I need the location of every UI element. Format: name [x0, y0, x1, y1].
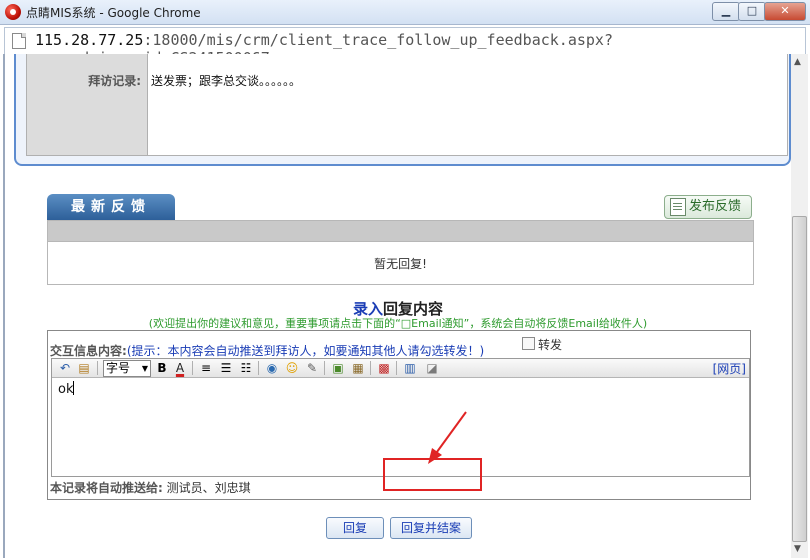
reply-button[interactable]: 回复	[326, 517, 384, 539]
text-caret	[73, 381, 75, 395]
toolbar-separator	[370, 361, 371, 375]
scroll-up-icon[interactable]: ▲	[794, 57, 801, 67]
webpage-view-link[interactable]: [网页]	[713, 360, 746, 377]
visit-record-text: 送发票；跟李总交谈。。。。。。	[151, 74, 302, 88]
editor-value: ok	[58, 382, 74, 397]
page-icon	[12, 33, 26, 49]
publish-feedback-button[interactable]: 发布反馈	[664, 195, 752, 219]
close-button[interactable]: ✕	[764, 2, 806, 21]
visit-record-table: 拜访记录: 送发票；跟李总交谈。。。。。。	[26, 54, 788, 156]
reply-and-close-button[interactable]: 回复并结案	[390, 517, 472, 539]
font-size-select[interactable]: 字号 ▼	[103, 360, 151, 377]
toolbar-separator	[192, 361, 193, 375]
feedback-list: 暂无回复!	[47, 220, 754, 285]
unordered-list-icon[interactable]: ☷	[238, 360, 254, 376]
feedback-list-header	[48, 221, 753, 242]
chevron-down-icon: ▼	[141, 364, 148, 373]
window-title: 点睛MIS系统 - Google Chrome	[26, 6, 201, 20]
toolbar-separator	[396, 361, 397, 375]
paste-icon[interactable]: ▤	[76, 360, 92, 376]
editor-content[interactable]: ok	[58, 381, 75, 397]
tab-latest-feedback[interactable]: 最新反馈	[47, 194, 175, 220]
visit-record-label: 拜访记录:	[88, 74, 141, 88]
app-logo-icon	[5, 4, 21, 20]
entry-subtitle: (欢迎提出你的建议和意见，重要事项请点击下面的“□Email通知”，系统会自动将…	[148, 317, 648, 330]
vertical-scrollbar[interactable]: ▲ ▼	[789, 54, 808, 558]
save-icon[interactable]: ▦	[350, 360, 366, 376]
visit-record-panel: 拜访记录: 送发票；跟李总交谈。。。。。。	[14, 54, 791, 166]
forward-checkbox[interactable]	[522, 337, 535, 350]
auto-push-label: 本记录将自动推送给:	[50, 481, 163, 495]
forward-option[interactable]: 转发	[522, 336, 562, 353]
align-icon[interactable]: ≡	[198, 360, 214, 376]
emoticon-icon[interactable]: ☺	[284, 360, 300, 376]
toolbar-separator	[258, 361, 259, 375]
word-icon[interactable]: ▥	[402, 360, 418, 376]
annotation-arrow-icon	[428, 411, 467, 464]
auto-push-row: 本记录将自动推送给: 测试员、刘忠琪	[50, 479, 251, 496]
url-host: 115.28.77.25	[35, 31, 144, 49]
table-icon[interactable]: ▩	[376, 360, 392, 376]
font-size-select-value: 字号	[106, 361, 131, 375]
interaction-hint: (提示：本内容会自动推送到拜访人，如要通知其他人请勾选转发！)	[126, 344, 485, 358]
font-color-icon[interactable]: A	[172, 360, 188, 376]
editor-toolbar: ↶ ▤ 字号 ▼ B A ≡ ☰ ☷ ◉ ☺ ✎ ▣ ▦ ▩ ▥ ◪ [网页]	[52, 359, 749, 378]
minimize-button[interactable]: ▁	[712, 2, 740, 21]
edit-icon[interactable]: ✎	[304, 360, 320, 376]
maximize-button[interactable]: □	[738, 2, 766, 21]
document-icon	[670, 198, 686, 216]
address-bar[interactable]: 115.28.77.25:18000/mis/crm/client_trace_…	[4, 27, 806, 67]
scroll-down-icon[interactable]: ▼	[794, 544, 801, 554]
toolbar-separator	[97, 361, 98, 375]
feedback-empty-text: 暂无回复!	[374, 257, 427, 271]
interaction-label-row: 交互信息内容:(提示：本内容会自动推送到拜访人，如要通知其他人请勾选转发！)	[50, 342, 484, 359]
publish-feedback-label: 发布反馈	[689, 199, 742, 214]
scrollbar-thumb[interactable]	[792, 216, 807, 542]
link-icon[interactable]: ◉	[264, 360, 280, 376]
undo-icon[interactable]: ↶	[57, 360, 73, 376]
toolbar-separator	[324, 361, 325, 375]
window-titlebar: 点睛MIS系统 - Google Chrome ▁ □ ✕	[0, 0, 810, 25]
interaction-label: 交互信息内容:	[50, 344, 127, 358]
ordered-list-icon[interactable]: ☰	[218, 360, 234, 376]
image-icon[interactable]: ▣	[330, 360, 346, 376]
forward-label: 转发	[538, 338, 563, 352]
bold-icon[interactable]: B	[154, 360, 170, 376]
visit-record-label-cell: 拜访记录:	[27, 54, 148, 155]
media-icon[interactable]: ◪	[424, 360, 440, 376]
auto-push-names: 测试员、刘忠琪	[166, 481, 251, 495]
